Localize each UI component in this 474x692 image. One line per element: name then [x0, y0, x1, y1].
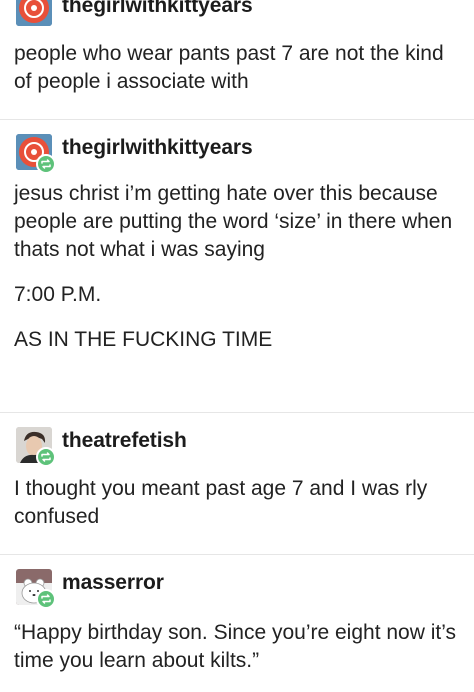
divider [0, 412, 474, 413]
avatar-thegirlwithkittyears[interactable] [16, 0, 52, 26]
reblog-icon [36, 447, 56, 467]
post-3: theatrefetish I thought you meant past a… [0, 421, 474, 548]
reblog-icon [36, 154, 56, 174]
post-4: masserror “Happy birthday son. Since you… [0, 563, 474, 692]
post-paragraph: I thought you meant past age 7 and I was… [14, 477, 428, 528]
post-body: people who wear pants past 7 are not the… [14, 40, 460, 96]
username[interactable]: thegirlwithkittyears [62, 136, 253, 160]
post-header: masserror [14, 563, 460, 609]
post-header: theatrefetish [14, 421, 460, 467]
username[interactable]: masserror [62, 571, 164, 595]
post-paragraph: “Happy birthday son. Since you’re eight … [14, 621, 457, 672]
post-body: I thought you meant past age 7 and I was… [14, 475, 460, 531]
orange-circle-avatar-icon [16, 0, 52, 26]
post-1: thegirlwithkittyears people who wear pan… [0, 0, 474, 113]
post-header: thegirlwithkittyears [14, 128, 460, 174]
post-paragraph: people who wear pants past 7 are not the… [14, 42, 444, 93]
divider [0, 554, 474, 555]
post-paragraph: 7:00 P.M. [14, 283, 102, 306]
post-paragraph: jesus christ i’m getting hate over this … [14, 182, 453, 261]
username[interactable]: thegirlwithkittyears [62, 0, 253, 18]
post-body: jesus christ i’m getting hate over this … [14, 180, 460, 354]
divider [0, 119, 474, 120]
username[interactable]: theatrefetish [62, 429, 187, 453]
post-2: thegirlwithkittyears jesus christ i’m ge… [0, 128, 474, 371]
post-body: “Happy birthday son. Since you’re eight … [14, 619, 460, 675]
reblog-icon [36, 589, 56, 609]
post-header: thegirlwithkittyears [14, 0, 460, 30]
post-paragraph: AS IN THE FUCKING TIME [14, 328, 273, 351]
